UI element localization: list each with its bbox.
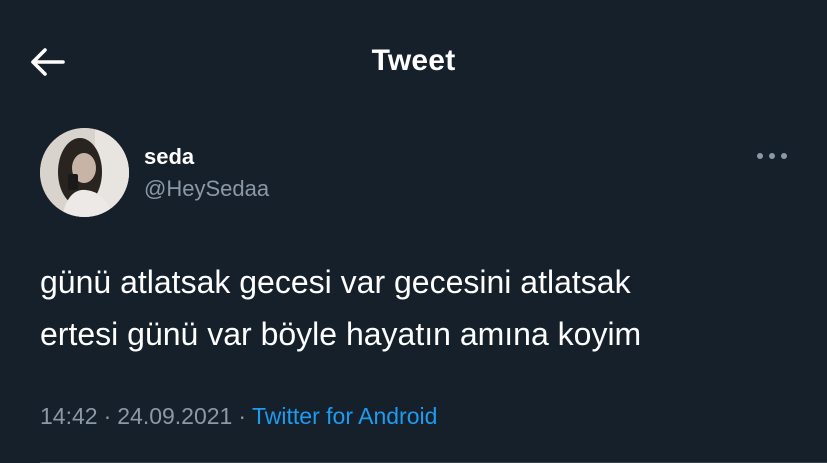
avatar-image	[40, 128, 129, 217]
more-horizontal-icon	[757, 153, 787, 159]
meta-separator: ·	[103, 403, 112, 429]
more-options-button[interactable]	[752, 146, 792, 166]
author-handle[interactable]: @HeySedaa	[144, 176, 269, 202]
tweet-screen: Tweet seda @HeySedaa günü atlatsak geces…	[0, 0, 827, 463]
tweet-time[interactable]: 14:42	[40, 403, 98, 429]
tweet-date[interactable]: 24.09.2021	[117, 403, 232, 429]
author-name[interactable]: seda	[144, 144, 194, 170]
tweet-source-link[interactable]: Twitter for Android	[252, 403, 437, 429]
avatar[interactable]	[40, 128, 129, 217]
tweet-meta: 14:42 · 24.09.2021 · Twitter for Android	[40, 403, 437, 430]
tweet-author: seda @HeySedaa	[40, 128, 800, 220]
tweet-text: günü atlatsak gecesi var gecesini atlats…	[40, 264, 642, 352]
meta-separator: ·	[238, 403, 247, 429]
top-bar: Tweet	[0, 28, 827, 96]
page-title: Tweet	[371, 44, 456, 77]
